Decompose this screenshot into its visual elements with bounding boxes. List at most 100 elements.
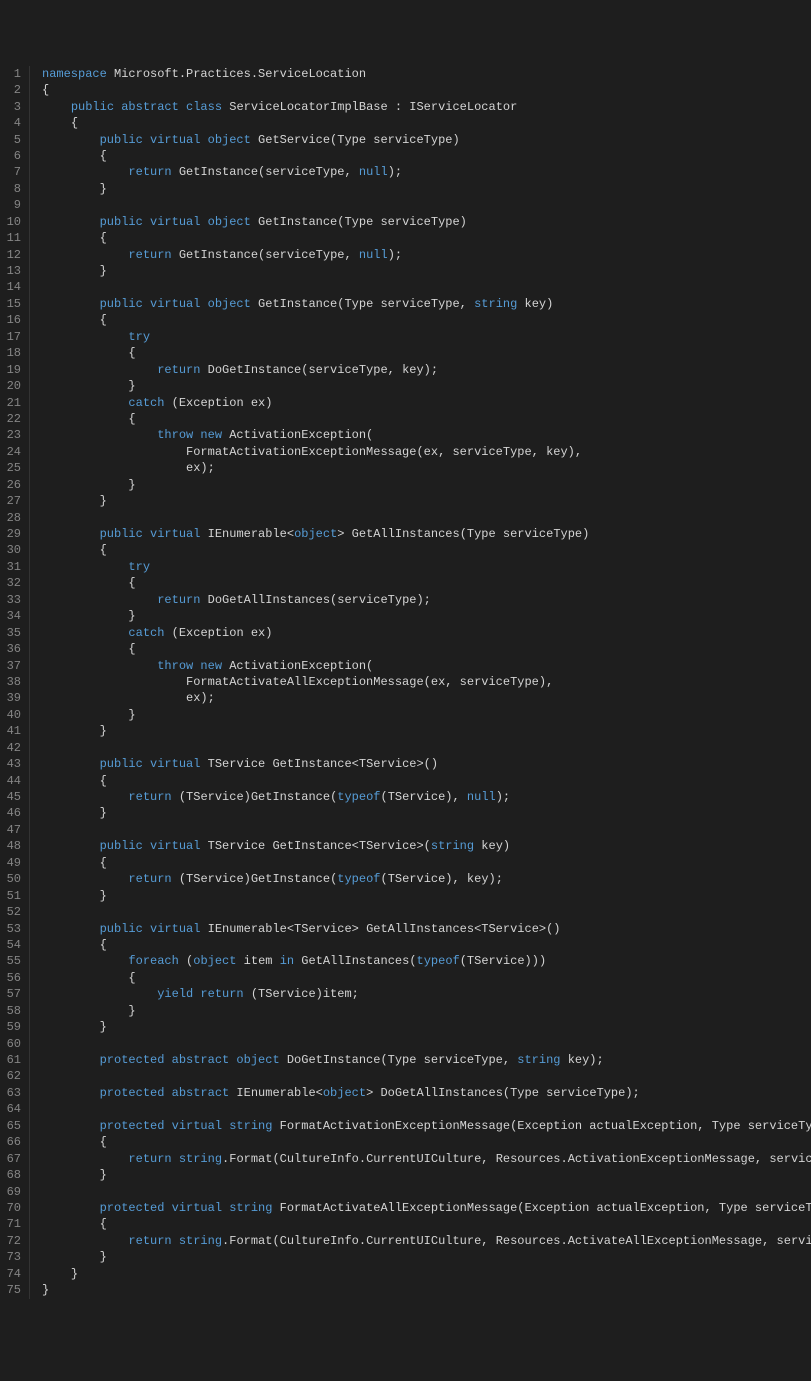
code-line[interactable]: }: [42, 1019, 811, 1035]
token-id: [42, 1201, 100, 1215]
code-line[interactable]: protected abstract IEnumerable<object> D…: [42, 1085, 811, 1101]
code-line[interactable]: return (TService)GetInstance(typeof(TSer…: [42, 789, 811, 805]
token-kw: protected virtual string: [100, 1201, 273, 1215]
token-id: [42, 872, 128, 886]
token-kw: null: [359, 248, 388, 262]
code-line[interactable]: }: [42, 723, 811, 739]
code-line[interactable]: {: [42, 82, 811, 98]
token-pn: {: [100, 313, 107, 327]
code-line[interactable]: foreach (object item in GetAllInstances(…: [42, 953, 811, 969]
code-line[interactable]: }: [42, 1003, 811, 1019]
code-line[interactable]: }: [42, 493, 811, 509]
code-line[interactable]: {: [42, 970, 811, 986]
code-line[interactable]: {: [42, 855, 811, 871]
code-line[interactable]: [42, 822, 811, 838]
code-line[interactable]: public virtual TService GetInstance<TSer…: [42, 838, 811, 854]
code-line[interactable]: }: [42, 805, 811, 821]
code-line[interactable]: public virtual IEnumerable<TService> Get…: [42, 921, 811, 937]
code-line[interactable]: {: [42, 575, 811, 591]
code-line[interactable]: public virtual object GetInstance(Type s…: [42, 214, 811, 230]
code-line[interactable]: public abstract class ServiceLocatorImpl…: [42, 99, 811, 115]
line-number: 55: [4, 953, 21, 969]
code-line[interactable]: return string.Format(CultureInfo.Current…: [42, 1151, 811, 1167]
code-line[interactable]: }: [42, 1282, 811, 1298]
code-line[interactable]: return DoGetAllInstances(serviceType);: [42, 592, 811, 608]
token-id: [42, 724, 100, 738]
code-line[interactable]: }: [42, 181, 811, 197]
code-line[interactable]: yield return (TService)item;: [42, 986, 811, 1002]
code-line[interactable]: }: [42, 888, 811, 904]
code-editor[interactable]: 1234567891011121314151617181920212223242…: [0, 66, 811, 1299]
code-line[interactable]: }: [42, 1266, 811, 1282]
code-line[interactable]: try: [42, 559, 811, 575]
token-id: [42, 248, 128, 262]
code-line[interactable]: {: [42, 641, 811, 657]
code-line[interactable]: }: [42, 1167, 811, 1183]
code-line[interactable]: return string.Format(CultureInfo.Current…: [42, 1233, 811, 1249]
code-line[interactable]: [42, 510, 811, 526]
code-line[interactable]: {: [42, 312, 811, 328]
code-line[interactable]: }: [42, 378, 811, 394]
line-number: 45: [4, 789, 21, 805]
code-line[interactable]: protected virtual string FormatActivatio…: [42, 1118, 811, 1134]
code-area[interactable]: namespace Microsoft.Practices.ServiceLoc…: [30, 66, 811, 1299]
code-line[interactable]: }: [42, 608, 811, 624]
code-line[interactable]: }: [42, 477, 811, 493]
code-line[interactable]: throw new ActivationException(: [42, 427, 811, 443]
token-kw: yield return: [157, 987, 243, 1001]
line-number: 4: [4, 115, 21, 131]
code-line[interactable]: catch (Exception ex): [42, 625, 811, 641]
token-id: IEnumerable<: [200, 527, 294, 541]
line-number: 63: [4, 1085, 21, 1101]
line-number: 9: [4, 197, 21, 213]
code-line[interactable]: {: [42, 115, 811, 131]
code-line[interactable]: [42, 1036, 811, 1052]
token-kw: return: [128, 165, 171, 179]
code-line[interactable]: }: [42, 263, 811, 279]
code-line[interactable]: {: [42, 1134, 811, 1150]
code-line[interactable]: {: [42, 411, 811, 427]
token-kw: return: [128, 248, 171, 262]
token-kw: public virtual object: [100, 133, 251, 147]
token-id: [42, 790, 128, 804]
code-line[interactable]: ex);: [42, 460, 811, 476]
code-line[interactable]: FormatActivationExceptionMessage(ex, ser…: [42, 444, 811, 460]
token-pn: {: [71, 116, 78, 130]
token-id: [42, 889, 100, 903]
code-line[interactable]: public virtual object GetService(Type se…: [42, 132, 811, 148]
code-line[interactable]: return (TService)GetInstance(typeof(TSer…: [42, 871, 811, 887]
code-line[interactable]: [42, 740, 811, 756]
code-line[interactable]: {: [42, 1216, 811, 1232]
code-line[interactable]: public virtual object GetInstance(Type s…: [42, 296, 811, 312]
code-line[interactable]: return GetInstance(serviceType, null);: [42, 247, 811, 263]
code-line[interactable]: namespace Microsoft.Practices.ServiceLoc…: [42, 66, 811, 82]
code-line[interactable]: }: [42, 707, 811, 723]
code-line[interactable]: [42, 197, 811, 213]
code-line[interactable]: return GetInstance(serviceType, null);: [42, 164, 811, 180]
code-line[interactable]: {: [42, 148, 811, 164]
code-line[interactable]: }: [42, 1249, 811, 1265]
code-line[interactable]: try: [42, 329, 811, 345]
code-line[interactable]: [42, 1101, 811, 1117]
code-line[interactable]: {: [42, 937, 811, 953]
code-line[interactable]: {: [42, 230, 811, 246]
code-line[interactable]: protected virtual string FormatActivateA…: [42, 1200, 811, 1216]
code-line[interactable]: [42, 904, 811, 920]
code-line[interactable]: FormatActivateAllExceptionMessage(ex, se…: [42, 674, 811, 690]
code-line[interactable]: ex);: [42, 690, 811, 706]
token-pn: {: [42, 83, 49, 97]
token-id: DoGetInstance(Type serviceType,: [280, 1053, 518, 1067]
line-number: 5: [4, 132, 21, 148]
code-line[interactable]: {: [42, 345, 811, 361]
code-line[interactable]: {: [42, 542, 811, 558]
code-line[interactable]: return DoGetInstance(serviceType, key);: [42, 362, 811, 378]
code-line[interactable]: [42, 1068, 811, 1084]
code-line[interactable]: [42, 1184, 811, 1200]
code-line[interactable]: catch (Exception ex): [42, 395, 811, 411]
code-line[interactable]: {: [42, 773, 811, 789]
code-line[interactable]: public virtual TService GetInstance<TSer…: [42, 756, 811, 772]
code-line[interactable]: protected abstract object DoGetInstance(…: [42, 1052, 811, 1068]
code-line[interactable]: public virtual IEnumerable<object> GetAl…: [42, 526, 811, 542]
code-line[interactable]: [42, 279, 811, 295]
code-line[interactable]: throw new ActivationException(: [42, 658, 811, 674]
